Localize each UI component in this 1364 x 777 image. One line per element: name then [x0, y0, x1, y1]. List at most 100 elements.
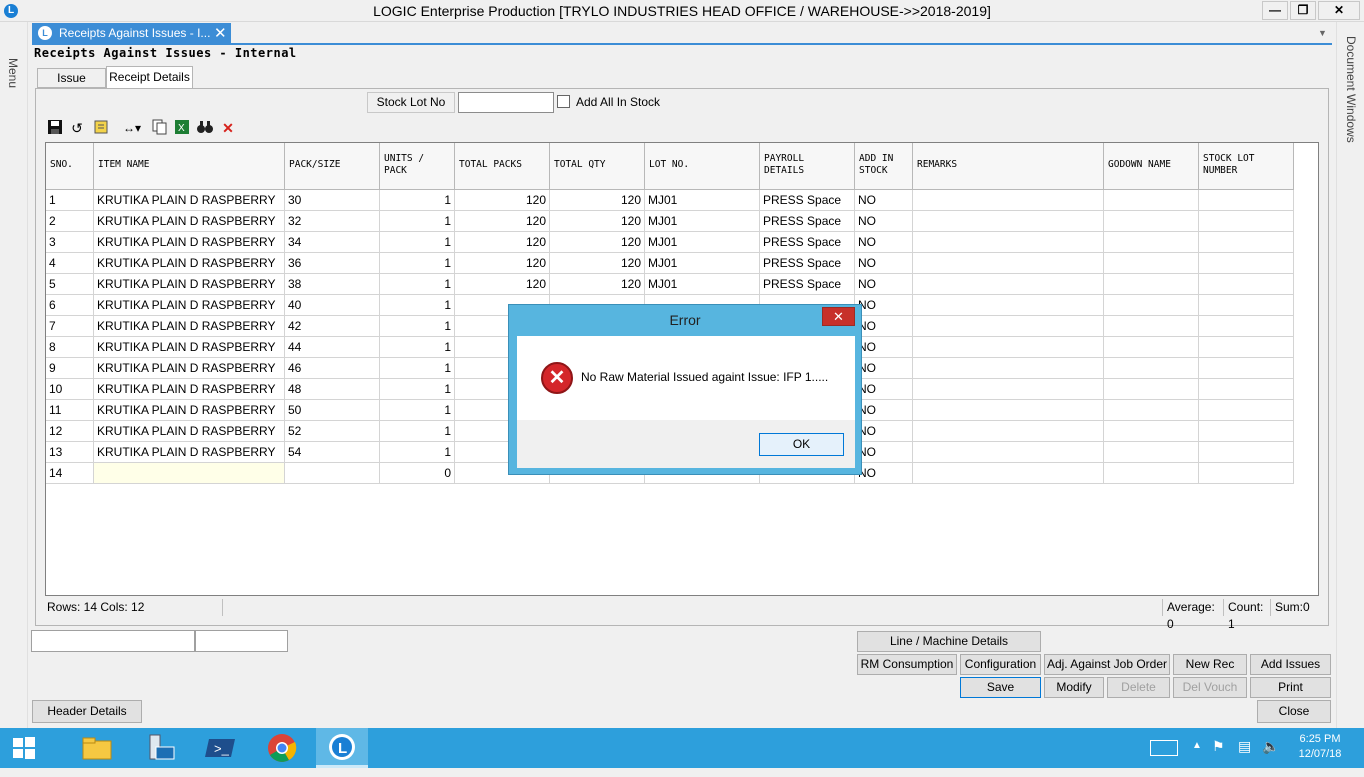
add-all-in-stock-checkbox[interactable]	[557, 95, 570, 108]
column-header[interactable]: SNO.	[46, 143, 94, 190]
table-cell[interactable]	[1199, 358, 1294, 379]
table-cell[interactable]	[1199, 421, 1294, 442]
table-cell[interactable]	[913, 421, 1104, 442]
table-cell[interactable]	[913, 295, 1104, 316]
chrome-icon[interactable]	[253, 728, 311, 768]
table-cell[interactable]: MJ01	[645, 190, 760, 211]
table-cell[interactable]: KRUTIKA PLAIN D RASPBERRY	[94, 337, 285, 358]
table-cell[interactable]	[913, 316, 1104, 337]
column-header[interactable]: TOTAL PACKS	[455, 143, 550, 190]
file-explorer-icon[interactable]	[68, 728, 126, 768]
table-cell[interactable]: NO	[855, 463, 913, 484]
restore-button[interactable]: ❐	[1290, 1, 1316, 20]
system-clock[interactable]: 6:25 PM 12/07/18	[1290, 732, 1350, 762]
table-cell[interactable]	[1104, 274, 1199, 295]
table-cell[interactable]: 46	[285, 358, 380, 379]
volume-icon[interactable]: 🔈	[1262, 738, 1279, 755]
dialog-close-icon[interactable]: ✕	[822, 307, 855, 326]
server-manager-icon[interactable]	[131, 728, 189, 768]
table-cell[interactable]: 54	[285, 442, 380, 463]
table-cell[interactable]: 48	[285, 379, 380, 400]
save-icon[interactable]	[47, 119, 63, 137]
column-header[interactable]: LOT NO.	[645, 143, 760, 190]
table-cell[interactable]	[1199, 190, 1294, 211]
table-cell[interactable]: 120	[550, 274, 645, 295]
table-cell[interactable]: 120	[455, 232, 550, 253]
resize-columns-icon[interactable]: ↔▾	[119, 119, 145, 137]
action-center-flag-icon[interactable]: ⚑	[1212, 738, 1225, 755]
column-header[interactable]: PAYROLL DETAILS	[760, 143, 855, 190]
table-cell[interactable]: 120	[550, 253, 645, 274]
table-cell[interactable]: NO	[855, 295, 913, 316]
table-cell[interactable]: 38	[285, 274, 380, 295]
table-cell[interactable]	[1104, 211, 1199, 232]
table-cell[interactable]: 120	[455, 253, 550, 274]
ok-button[interactable]: OK	[759, 433, 844, 456]
table-cell[interactable]: 120	[550, 232, 645, 253]
table-cell[interactable]: NO	[855, 211, 913, 232]
table-cell[interactable]: NO	[855, 316, 913, 337]
excel-export-icon[interactable]: X	[174, 119, 190, 137]
table-cell[interactable]: 4	[46, 253, 94, 274]
table-cell[interactable]: 5	[46, 274, 94, 295]
table-cell[interactable]: 1	[380, 211, 455, 232]
table-cell[interactable]: MJ01	[645, 211, 760, 232]
table-cell[interactable]	[1199, 211, 1294, 232]
table-cell[interactable]	[913, 463, 1104, 484]
show-hidden-icons-icon[interactable]: ▲	[1192, 740, 1202, 751]
table-cell[interactable]	[1104, 379, 1199, 400]
table-cell[interactable]: 40	[285, 295, 380, 316]
table-cell[interactable]: 120	[550, 190, 645, 211]
table-cell[interactable]: NO	[855, 274, 913, 295]
table-cell[interactable]: MJ01	[645, 253, 760, 274]
table-cell[interactable]: NO	[855, 337, 913, 358]
table-cell[interactable]: 1	[380, 400, 455, 421]
keyboard-icon[interactable]	[1150, 740, 1178, 756]
table-cell[interactable]: 7	[46, 316, 94, 337]
table-cell[interactable]	[913, 190, 1104, 211]
tab-dropdown-icon[interactable]: ▼	[1318, 28, 1327, 38]
table-cell[interactable]: 12	[46, 421, 94, 442]
table-cell[interactable]: KRUTIKA PLAIN D RASPBERRY	[94, 400, 285, 421]
table-cell[interactable]: KRUTIKA PLAIN D RASPBERRY	[94, 190, 285, 211]
table-cell[interactable]: 36	[285, 253, 380, 274]
table-cell[interactable]: 42	[285, 316, 380, 337]
column-header[interactable]: TOTAL QTY	[550, 143, 645, 190]
table-cell[interactable]: PRESS Space	[760, 253, 855, 274]
copy-icon[interactable]	[151, 119, 167, 137]
rm-consumption-button[interactable]: RM Consumption	[857, 654, 957, 675]
table-cell[interactable]	[1104, 253, 1199, 274]
table-cell[interactable]	[1199, 463, 1294, 484]
table-cell[interactable]: NO	[855, 358, 913, 379]
column-header[interactable]: REMARKS	[913, 143, 1104, 190]
table-cell[interactable]: 120	[455, 190, 550, 211]
table-cell[interactable]: 1	[380, 337, 455, 358]
table-cell[interactable]: 13	[46, 442, 94, 463]
table-cell[interactable]	[285, 463, 380, 484]
table-cell[interactable]: 11	[46, 400, 94, 421]
table-cell[interactable]	[1199, 253, 1294, 274]
table-cell[interactable]: KRUTIKA PLAIN D RASPBERRY	[94, 295, 285, 316]
column-header[interactable]: PACK/SIZE	[285, 143, 380, 190]
header-details-button[interactable]: Header Details	[32, 700, 142, 723]
table-cell[interactable]	[1104, 421, 1199, 442]
table-cell[interactable]	[913, 274, 1104, 295]
column-header[interactable]: GODOWN NAME	[1104, 143, 1199, 190]
table-cell[interactable]: NO	[855, 253, 913, 274]
menu-strip[interactable]: Menu	[0, 22, 28, 728]
table-cell[interactable]	[913, 211, 1104, 232]
table-cell[interactable]	[94, 463, 285, 484]
table-cell[interactable]: KRUTIKA PLAIN D RASPBERRY	[94, 421, 285, 442]
table-cell[interactable]: 1	[380, 379, 455, 400]
table-cell[interactable]	[913, 442, 1104, 463]
table-cell[interactable]	[913, 379, 1104, 400]
logic-enterprise-taskbar-icon[interactable]: L	[316, 728, 368, 768]
table-cell[interactable]: NO	[855, 400, 913, 421]
table-cell[interactable]: 1	[380, 274, 455, 295]
table-cell[interactable]: NO	[855, 232, 913, 253]
notes-icon[interactable]	[93, 119, 109, 137]
tab-receipt-details[interactable]: Receipt Details	[106, 66, 193, 89]
table-cell[interactable]	[1104, 358, 1199, 379]
table-cell[interactable]: 9	[46, 358, 94, 379]
table-cell[interactable]	[1199, 400, 1294, 421]
